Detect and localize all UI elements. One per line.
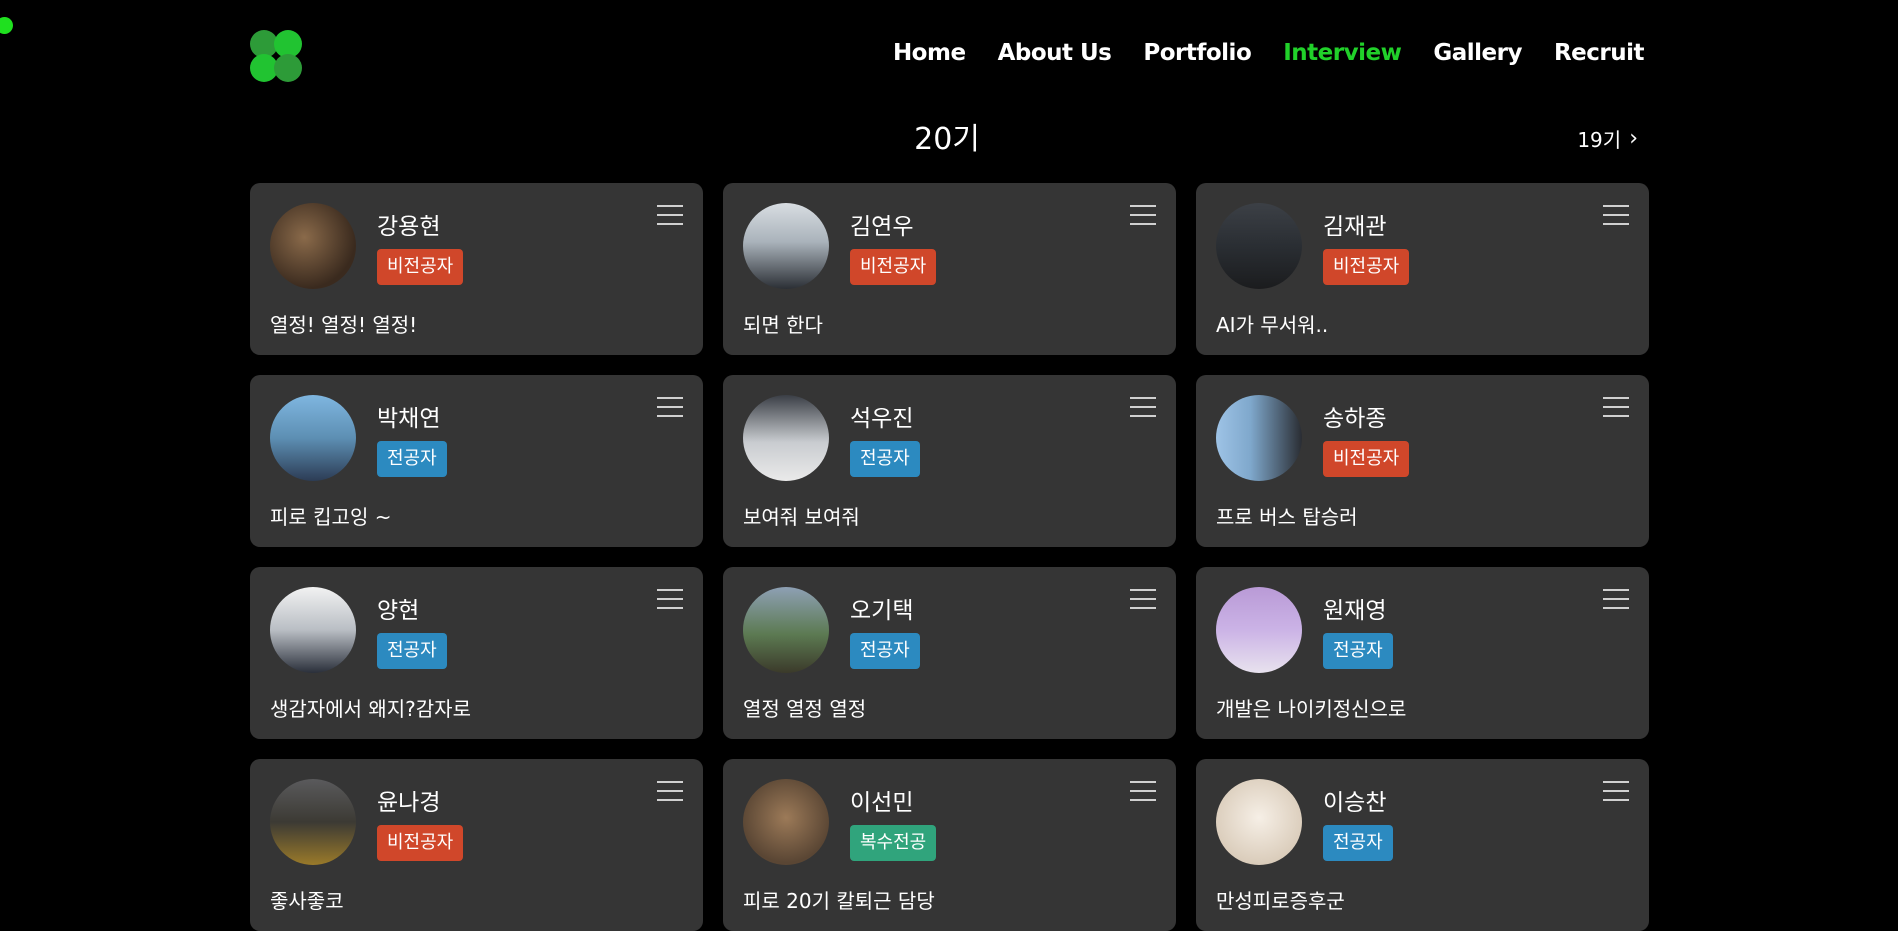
hamburger-menu-icon[interactable]: [657, 589, 683, 609]
member-name: 송하종: [1323, 406, 1387, 432]
member-avatar: [270, 395, 356, 481]
hamburger-menu-icon[interactable]: [1603, 205, 1629, 225]
member-avatar: [743, 587, 829, 673]
member-motto: 만성피로증후군: [1216, 889, 1345, 913]
member-name: 석우진: [850, 406, 914, 432]
hamburger-menu-icon[interactable]: [1130, 397, 1156, 417]
major-badge: 비전공자: [1323, 249, 1410, 285]
cursor-dot: [0, 17, 13, 34]
clover-logo-icon[interactable]: [250, 30, 302, 82]
generation-title: 20기: [914, 122, 980, 157]
member-name: 김재관: [1323, 214, 1387, 240]
main-nav: Home About Us Portfolio Interview Galler…: [861, 40, 1645, 66]
member-avatar: [1216, 203, 1302, 289]
major-badge: 비전공자: [377, 825, 464, 861]
member-name: 박채연: [377, 406, 441, 432]
member-card[interactable]: 원재영전공자개발은 나이키정신으로: [1196, 567, 1649, 739]
member-motto: 열정! 열정! 열정!: [270, 313, 418, 337]
nav-recruit[interactable]: Recruit: [1554, 40, 1645, 66]
next-generation-label: 19기: [1577, 128, 1622, 152]
member-card[interactable]: 김재관비전공자 AI가 무서워..: [1196, 183, 1649, 355]
member-avatar: [743, 395, 829, 481]
chevron-right-icon: ›: [1629, 125, 1638, 151]
member-name: 이선민: [850, 790, 914, 816]
member-avatar: [270, 587, 356, 673]
member-card[interactable]: 김연우비전공자되면 한다: [723, 183, 1176, 355]
major-badge: 전공자: [1323, 825, 1393, 861]
major-badge: 전공자: [850, 441, 920, 477]
generation-header: 20기 19기 ›: [250, 112, 1644, 158]
member-avatar: [1216, 779, 1302, 865]
member-motto: 좋사좋코: [270, 889, 344, 913]
hamburger-menu-icon[interactable]: [1130, 781, 1156, 801]
major-badge: 비전공자: [850, 249, 937, 285]
member-motto: 개발은 나이키정신으로: [1216, 697, 1407, 721]
major-badge: 복수전공: [850, 825, 937, 861]
hamburger-menu-icon[interactable]: [657, 205, 683, 225]
site-header: Home About Us Portfolio Interview Galler…: [250, 30, 1645, 82]
hamburger-menu-icon[interactable]: [1603, 397, 1629, 417]
major-badge: 전공자: [377, 441, 447, 477]
nav-portfolio[interactable]: Portfolio: [1143, 40, 1251, 66]
major-badge: 전공자: [850, 633, 920, 669]
hamburger-menu-icon[interactable]: [657, 397, 683, 417]
member-avatar: [270, 779, 356, 865]
member-card[interactable]: 송하종비전공자프로 버스 탑승러: [1196, 375, 1649, 547]
member-card[interactable]: 강용현비전공자열정! 열정! 열정!: [250, 183, 703, 355]
nav-about-us[interactable]: About Us: [998, 40, 1112, 66]
member-card[interactable]: 양현전공자생감자에서 왜지?감자로: [250, 567, 703, 739]
member-avatar: [1216, 395, 1302, 481]
member-name: 양현: [377, 598, 420, 624]
member-motto: 피로 20기 칼퇴근 담당: [743, 889, 935, 913]
nav-home[interactable]: Home: [893, 40, 966, 66]
member-avatar: [743, 779, 829, 865]
hamburger-menu-icon[interactable]: [1603, 781, 1629, 801]
member-name: 이승찬: [1323, 790, 1387, 816]
member-motto: AI가 무서워..: [1216, 313, 1329, 337]
major-badge: 비전공자: [1323, 441, 1410, 477]
member-card[interactable]: 이선민복수전공피로 20기 칼퇴근 담당: [723, 759, 1176, 931]
member-motto: 되면 한다: [743, 313, 823, 337]
member-grid: 강용현 비전공자 열정! 열정! 열정! 김연우 비전공자 되면 한다 김재관 비전공자 AI가…: [250, 183, 1651, 931]
member-motto: 생감자에서 왜지?감자로: [270, 697, 471, 721]
member-name: 강용현: [377, 214, 441, 240]
hamburger-menu-icon[interactable]: [1130, 205, 1156, 225]
member-card[interactable]: 석우진전공자보여줘 보여줘: [723, 375, 1176, 547]
major-badge: 비전공자: [377, 249, 464, 285]
member-name: 윤나경: [377, 790, 441, 816]
member-name: 원재영: [1323, 598, 1387, 624]
member-name: 김연우: [850, 214, 914, 240]
member-card[interactable]: 윤나경비전공자좋사좋코: [250, 759, 703, 931]
hamburger-menu-icon[interactable]: [1130, 589, 1156, 609]
member-avatar: [270, 203, 356, 289]
member-name: 오기택: [850, 598, 914, 624]
member-motto: 프로 버스 탑승러: [1216, 505, 1358, 529]
hamburger-menu-icon[interactable]: [657, 781, 683, 801]
hamburger-menu-icon[interactable]: [1603, 589, 1629, 609]
member-card[interactable]: 박채연전공자피로 킵고잉 ~: [250, 375, 703, 547]
member-avatar: [743, 203, 829, 289]
member-card[interactable]: 오기택전공자열정 열정 열정: [723, 567, 1176, 739]
member-motto: 피로 킵고잉 ~: [270, 505, 392, 529]
major-badge: 전공자: [377, 633, 447, 669]
member-card[interactable]: 이승찬전공자만성피로증후군: [1196, 759, 1649, 931]
member-avatar: [1216, 587, 1302, 673]
member-motto: 보여줘 보여줘: [743, 505, 860, 529]
nav-interview[interactable]: Interview: [1283, 40, 1402, 66]
member-motto: 열정 열정 열정: [743, 697, 867, 721]
major-badge: 전공자: [1323, 633, 1393, 669]
next-generation-link[interactable]: 19기 ›: [1577, 124, 1638, 153]
nav-gallery[interactable]: Gallery: [1433, 40, 1522, 66]
